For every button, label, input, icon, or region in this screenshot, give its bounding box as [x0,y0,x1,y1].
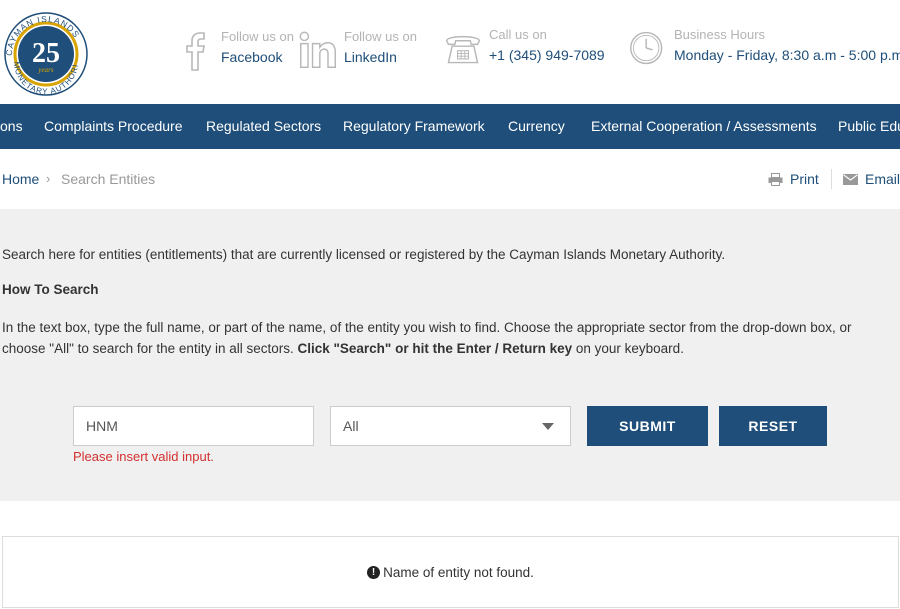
hours-value: Monday - Friday, 8:30 a.m - 5:00 p.m [674,47,900,63]
email-icon [843,173,858,185]
breadcrumb-home[interactable]: Home [2,171,39,187]
reset-button[interactable]: RESET [719,406,827,446]
cima-logo[interactable]: CAYMAN ISLANDS MONETARY AUTHORITY 25 yea… [0,8,92,96]
facebook-icon [186,32,205,71]
nav-item-currency[interactable]: Currency [508,104,565,149]
facebook-contact[interactable]: Follow us on Facebook [175,28,294,72]
print-icon [768,172,783,186]
search-panel: Search here for entities (entitlements) … [0,209,900,501]
instructions-emphasis: Click "Search" or hit the Enter / Return… [297,341,573,356]
nav-item-truncated[interactable]: ons [0,104,23,149]
phone-number[interactable]: +1 (345) 949-7089 [489,44,605,66]
sector-select-value: All [343,418,359,434]
business-hours: Business Hours Monday - Friday, 8:30 a.m… [628,26,900,70]
logo-number: 25 [32,38,60,69]
phone-icon [445,35,481,64]
sector-select[interactable]: All [330,406,571,446]
chevron-down-icon [542,423,554,430]
logo-script: years [37,66,53,74]
instructions-text: In the text box, type the full name, or … [2,317,892,359]
facebook-label: Follow us on [221,29,294,44]
validation-error: Please insert valid input. [73,449,214,464]
breadcrumb-bar: Home › Search Entities Print Email [0,149,900,209]
phone-contact: Call us on +1 (345) 949-7089 [443,26,605,70]
print-label: Print [790,171,819,187]
clock-icon [630,31,663,65]
breadcrumb-separator: › [46,171,51,186]
intro-text: Search here for entities (entitlements) … [2,247,726,262]
linkedin-icon [299,31,336,68]
hours-label: Business Hours [674,27,766,42]
result-text: Name of entity not found. [383,565,534,580]
email-button[interactable]: Email [843,171,900,187]
facebook-link[interactable]: Facebook [221,46,294,68]
nav-item-public-education[interactable]: Public Edu [838,104,900,149]
email-label: Email [865,171,900,187]
instructions-part-c: on your keyboard. [572,341,684,356]
result-message: ! Name of entity not found. [3,565,898,580]
exclamation-circle-icon: ! [367,566,381,579]
linkedin-label: Follow us on [344,29,417,44]
nav-item-regulated-sectors[interactable]: Regulated Sectors [206,104,321,149]
phone-label: Call us on [489,27,547,42]
site-header: CAYMAN ISLANDS MONETARY AUTHORITY 25 yea… [0,0,900,104]
nav-item-regulatory-framework[interactable]: Regulatory Framework [343,104,485,149]
print-button[interactable]: Print [768,171,819,187]
nav-item-complaints-procedure[interactable]: Complaints Procedure [44,104,183,149]
nav-item-external-cooperation[interactable]: External Cooperation / Assessments [591,104,817,149]
search-result: ! Name of entity not found. [2,536,899,608]
main-nav: ons Complaints Procedure Regulated Secto… [0,104,900,149]
submit-button[interactable]: SUBMIT [587,406,708,446]
how-to-search-heading: How To Search [2,282,99,297]
entity-search-input[interactable]: HNM [73,406,314,446]
linkedin-link[interactable]: LinkedIn [344,46,417,68]
breadcrumb-current: Search Entities [61,171,156,187]
tools-divider [831,169,832,189]
linkedin-contact[interactable]: Follow us on LinkedIn [298,28,417,72]
